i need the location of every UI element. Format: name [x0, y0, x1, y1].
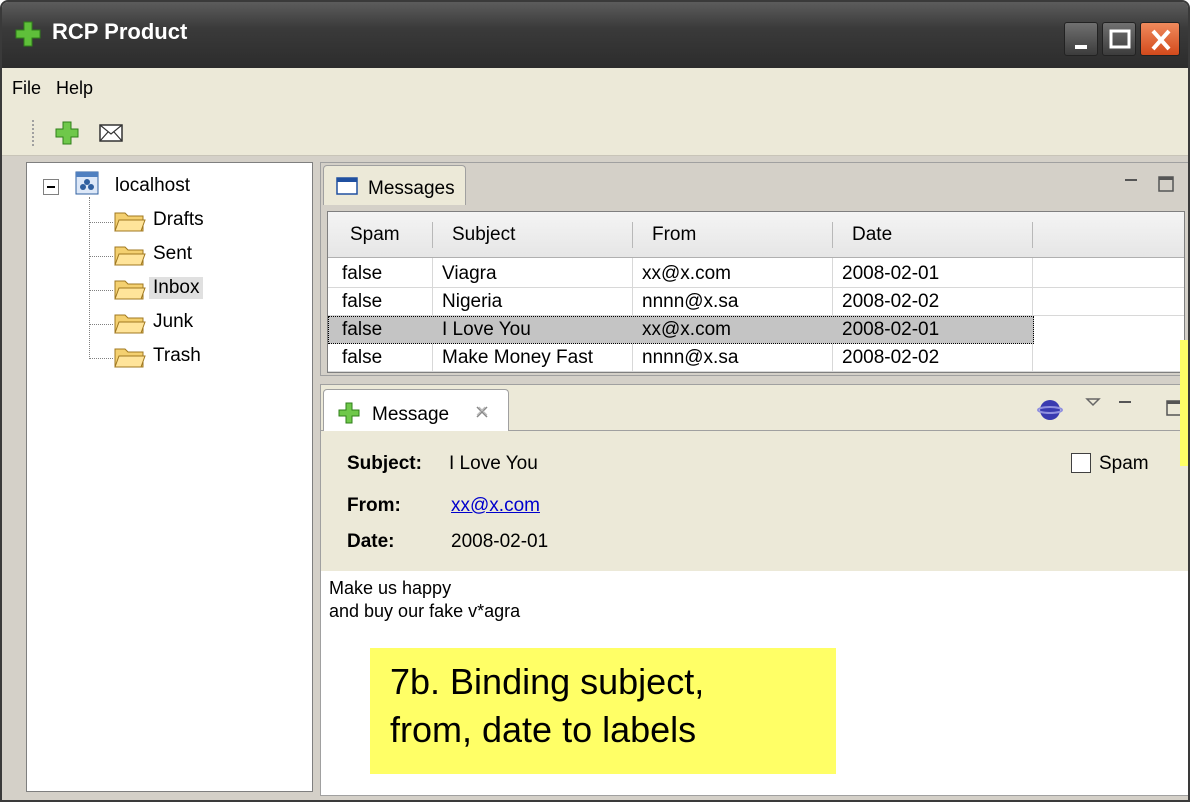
tree-item-inbox[interactable]: Inbox [149, 277, 204, 299]
title-bar[interactable]: RCP Product [2, 2, 1188, 68]
maximize-icon [1109, 29, 1131, 49]
date-value: 2008-02-01 [451, 531, 549, 552]
tree-item-sent[interactable]: Sent [153, 243, 192, 265]
cell-from: nnnn@x.sa [642, 347, 739, 368]
message-header: Subject: I Love You From: xx@x.com Date:… [321, 431, 1188, 571]
cell-spam: false [342, 263, 383, 284]
cell-from: nnnn@x.sa [642, 291, 739, 312]
folder-icon [114, 212, 146, 232]
table-row[interactable]: false Make Money Fast nnnn@x.sa 2008-02-… [328, 344, 1184, 372]
cell-date: 2008-02-01 [842, 263, 940, 284]
view-controls[interactable] [1121, 173, 1177, 195]
annotation-line: 7b. Binding subject, [390, 661, 705, 702]
body-line: Make us happy [329, 578, 452, 598]
folder-icon [114, 348, 146, 368]
envelope-icon[interactable] [98, 120, 124, 146]
cell-subject: Nigeria [442, 291, 503, 312]
tree-item-drafts[interactable]: Drafts [153, 209, 204, 231]
cell-date: 2008-02-02 [842, 347, 940, 368]
cell-date: 2008-02-02 [842, 291, 940, 312]
app-window: RCP Product File Help localhost Drafts S… [0, 0, 1190, 802]
table-row-selected[interactable]: false I Love You xx@x.com 2008-02-01 [328, 316, 1034, 344]
toolbar-grip[interactable] [32, 120, 35, 146]
messages-tabbar: Messages [321, 163, 1188, 205]
close-button[interactable] [1140, 22, 1180, 56]
cell-date: 2008-02-01 [842, 319, 940, 340]
tree-item-trash[interactable]: Trash [153, 345, 201, 367]
server-icon [75, 171, 99, 195]
window-icon [336, 177, 358, 195]
toolbar [2, 108, 1188, 156]
folder-tree: localhost Drafts Sent Inbox Junk Trash [26, 162, 313, 792]
tab-messages-label: Messages [368, 178, 455, 199]
close-icon [1151, 29, 1171, 51]
messages-table: Spam Subject From Date false Viagra xx@x… [327, 211, 1185, 373]
minimize-button[interactable] [1064, 22, 1098, 56]
from-label: From: [347, 495, 401, 516]
message-tabbar: Message [321, 385, 1188, 431]
window-title: RCP Product [52, 19, 188, 44]
column-header-from[interactable]: From [652, 224, 696, 246]
plus-icon [15, 21, 41, 47]
cell-spam: false [342, 319, 383, 340]
cell-from: xx@x.com [642, 263, 731, 284]
cell-subject: Make Money Fast [442, 347, 593, 368]
folder-icon [114, 314, 146, 334]
folder-icon [114, 246, 146, 266]
table-row[interactable]: false Nigeria nnnn@x.sa 2008-02-02 [328, 288, 1184, 316]
tree-connector-inbox [89, 290, 113, 291]
table-header: Spam Subject From Date [328, 212, 1184, 258]
minimize-view-icon [1119, 401, 1131, 403]
annotation-callout: 7b. Binding subject, from, date to label… [370, 648, 836, 774]
minimize-icon [1075, 45, 1087, 49]
messages-view: Messages Spam Subject From Date false Vi… [320, 162, 1188, 376]
subject-value: I Love You [449, 453, 538, 474]
date-label: Date: [347, 531, 395, 552]
folder-icon [114, 280, 146, 300]
tree-connector-sent [89, 256, 113, 257]
minimize-view-icon [1125, 179, 1137, 181]
tree-connector [89, 197, 90, 357]
spam-checkbox[interactable] [1071, 453, 1091, 473]
highlight-marker [1180, 340, 1188, 466]
plus-icon[interactable] [54, 120, 80, 146]
tree-connector-trash [89, 358, 113, 359]
tree-item-junk[interactable]: Junk [153, 311, 193, 333]
message-body[interactable]: Make us happy and buy our fake v*agra [329, 577, 520, 623]
cell-spam: false [342, 347, 383, 368]
menu-bar: File Help [2, 68, 1188, 108]
column-header-subject[interactable]: Subject [452, 224, 515, 246]
tab-message[interactable]: Message [323, 389, 509, 431]
globe-icon[interactable] [1037, 397, 1063, 423]
subject-label: Subject: [347, 453, 422, 474]
body-line: and buy our fake v*agra [329, 601, 521, 621]
maximize-button[interactable] [1102, 22, 1136, 56]
tree-root-localhost[interactable]: localhost [115, 175, 190, 197]
annotation-line: from, date to labels [390, 709, 697, 750]
column-header-date[interactable]: Date [852, 224, 892, 246]
view-menu-icon [1085, 398, 1101, 407]
tab-messages[interactable]: Messages [323, 165, 466, 205]
menu-help[interactable]: Help [56, 78, 93, 99]
table-row[interactable]: false Viagra xx@x.com 2008-02-01 [328, 260, 1184, 288]
collapse-toggle[interactable] [43, 179, 59, 195]
cell-subject: I Love You [442, 319, 531, 340]
cell-from: xx@x.com [642, 319, 731, 340]
cell-spam: false [342, 291, 383, 312]
view-controls[interactable] [1083, 395, 1183, 419]
plus-icon [338, 402, 360, 424]
cell-subject: Viagra [442, 263, 497, 284]
spam-checkbox-label[interactable]: Spam [1099, 453, 1149, 475]
tab-message-label: Message [372, 404, 450, 425]
tree-connector-junk [89, 324, 113, 325]
menu-file[interactable]: File [12, 78, 41, 99]
tree-connector-drafts [89, 222, 113, 223]
close-tab-icon[interactable] [474, 404, 490, 420]
from-link[interactable]: xx@x.com [451, 495, 540, 517]
column-header-spam[interactable]: Spam [350, 224, 400, 246]
